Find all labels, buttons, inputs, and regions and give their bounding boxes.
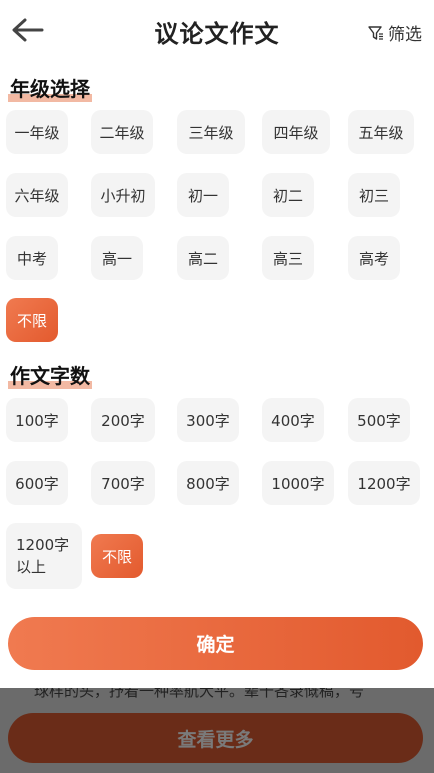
grade-option-chip[interactable]: 初二 bbox=[262, 173, 314, 217]
grade-option-chip[interactable]: 高三 bbox=[262, 236, 314, 280]
grade-option-chip[interactable]: 六年级 bbox=[6, 173, 68, 217]
word-count-option-chip[interactable]: 1200字 bbox=[348, 461, 420, 505]
grade-option-chip[interactable]: 高二 bbox=[177, 236, 229, 280]
word-count-option-chip[interactable]: 500字 bbox=[348, 398, 410, 442]
filter-label: 筛选 bbox=[388, 25, 422, 45]
word-count-option-chip[interactable]: 400字 bbox=[262, 398, 324, 442]
word-count-option-chip[interactable]: 300字 bbox=[177, 398, 239, 442]
grade-option-chip[interactable]: 五年级 bbox=[348, 110, 414, 154]
grade-option-chip[interactable]: 四年级 bbox=[262, 110, 330, 154]
grade-option-chip[interactable]: 高一 bbox=[91, 236, 143, 280]
filter-icon bbox=[368, 25, 383, 40]
word-count-option-chip[interactable]: 1000字 bbox=[262, 461, 334, 505]
word-count-section-title: 作文字数 bbox=[8, 363, 92, 389]
filter-button[interactable]: 筛选 bbox=[368, 20, 422, 45]
word-count-option-chip[interactable]: 1200字 以上 bbox=[6, 523, 82, 589]
grade-option-chip[interactable]: 小升初 bbox=[91, 173, 155, 217]
word-count-option-chip[interactable]: 不限 bbox=[91, 534, 143, 578]
word-count-option-chip[interactable]: 100字 bbox=[6, 398, 68, 442]
background-article-text: 球样的头，抒着一种率航大平。辈十吝录慨稿，号 bbox=[34, 688, 365, 700]
dimmed-background: 球样的头，抒着一种率航大平。辈十吝录慨稿，号 查看更多 bbox=[0, 688, 434, 773]
grade-option-chip[interactable]: 初三 bbox=[348, 173, 400, 217]
grade-option-chip[interactable]: 二年级 bbox=[91, 110, 153, 154]
confirm-button[interactable]: 确定 bbox=[8, 617, 423, 670]
grade-option-chip[interactable]: 中考 bbox=[6, 236, 58, 280]
word-count-option-chip[interactable]: 600字 bbox=[6, 461, 68, 505]
grade-option-chip[interactable]: 一年级 bbox=[6, 110, 68, 154]
grade-option-chip[interactable]: 三年级 bbox=[177, 110, 245, 154]
grade-option-chip[interactable]: 高考 bbox=[348, 236, 400, 280]
word-count-option-chip[interactable]: 700字 bbox=[91, 461, 155, 505]
grade-option-chip[interactable]: 初一 bbox=[177, 173, 229, 217]
word-count-option-chip[interactable]: 800字 bbox=[177, 461, 239, 505]
word-count-option-chip[interactable]: 200字 bbox=[91, 398, 155, 442]
view-more-button: 查看更多 bbox=[8, 713, 423, 763]
grade-section-title: 年级选择 bbox=[8, 76, 92, 102]
grade-option-chip[interactable]: 不限 bbox=[6, 298, 58, 342]
header-bar: 议论文作文 筛选 bbox=[0, 0, 434, 60]
